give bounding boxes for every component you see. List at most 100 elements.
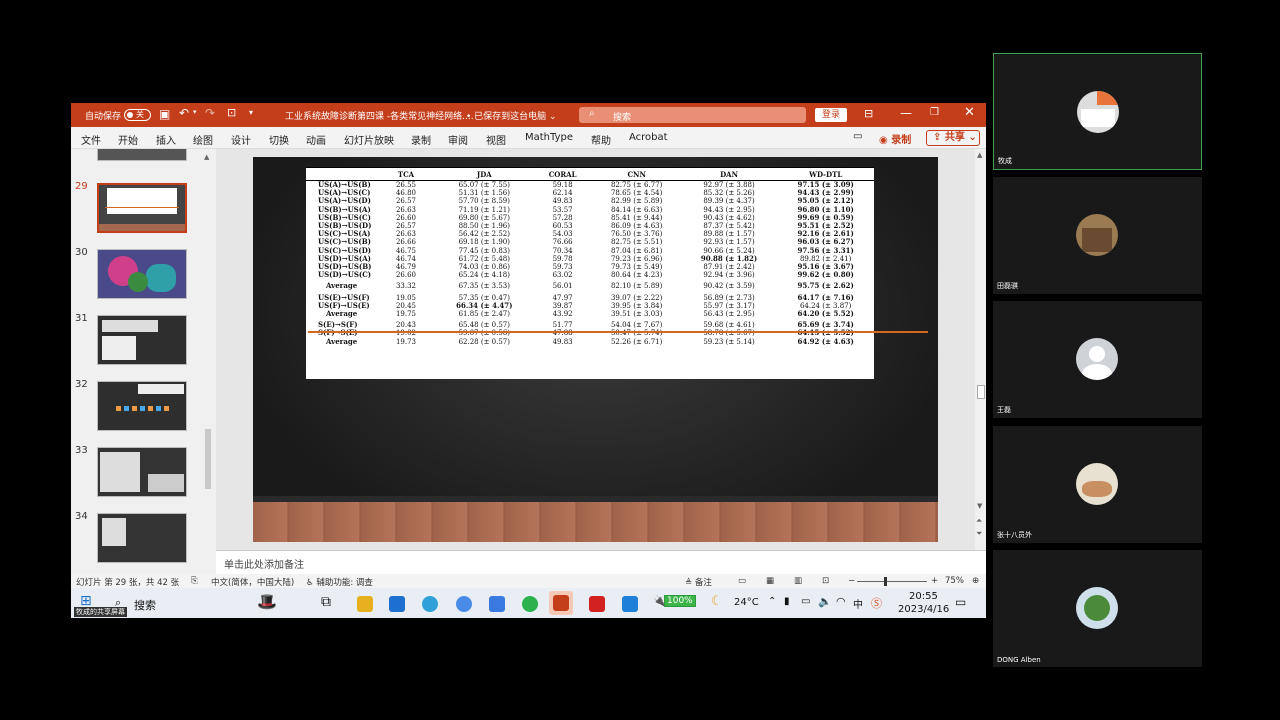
slide-thumbnail-31[interactable] (97, 315, 187, 365)
zoom-in-icon[interactable]: + (931, 576, 938, 586)
tab-insert[interactable]: 插入 (156, 132, 176, 147)
edge-browser-icon[interactable] (422, 596, 438, 612)
tab-view[interactable]: 视图 (486, 132, 506, 147)
file-explorer-icon[interactable] (357, 596, 373, 612)
notes-button[interactable]: ≜ 备注 (685, 576, 712, 588)
spellcheck-icon[interactable]: ⎘ (191, 576, 198, 586)
tab-file[interactable]: 文件 (81, 132, 101, 147)
participant-tile[interactable]: 王磊 (993, 301, 1202, 418)
participant-tile[interactable]: 田磊骐 (993, 177, 1202, 294)
reading-view-icon[interactable]: ▥ (794, 576, 802, 586)
zoom-out-icon[interactable]: − (848, 576, 855, 586)
slide-thumbnail-34[interactable] (97, 513, 187, 563)
undo-dropdown-icon[interactable]: ▾ (193, 108, 197, 116)
slide-scroll-thumb[interactable] (977, 385, 985, 399)
feishu-icon[interactable] (456, 596, 472, 612)
maximize-icon[interactable]: ❐ (930, 107, 939, 118)
present-icon[interactable]: ⊡ (227, 106, 236, 119)
tab-record[interactable]: 录制 (411, 132, 431, 147)
slide-thumbnail-30[interactable] (97, 249, 187, 299)
photos-icon[interactable] (622, 596, 638, 612)
usb-icon[interactable]: ▮ (784, 596, 790, 607)
tab-mathtype[interactable]: MathType (525, 132, 573, 143)
accessibility-status[interactable]: ♿ 辅助功能: 调查 (306, 576, 373, 588)
sogou-icon[interactable]: Ⓢ (871, 595, 882, 611)
thumbnail-scrollbar[interactable]: ▲ (202, 149, 214, 574)
prev-slide-icon[interactable]: ⏶ (976, 516, 982, 526)
tab-acrobat[interactable]: Acrobat (629, 132, 668, 143)
weather-temp[interactable]: 24°C (734, 597, 759, 608)
wechat-icon[interactable] (522, 596, 538, 612)
ribbon-display-icon[interactable]: ⊟ (864, 107, 873, 120)
taskbar-search-text[interactable]: 搜索 (134, 597, 156, 613)
autosave-toggle[interactable]: 关 (124, 109, 151, 121)
task-view-icon[interactable]: ⧉ (321, 594, 331, 610)
taskbar-search-icon[interactable]: ⌕ (115, 596, 121, 610)
comments-icon[interactable]: ▭ (853, 131, 862, 142)
language-indicator[interactable]: 中文(简体，中国大陆) (211, 576, 294, 588)
slide-thumbnail-32[interactable] (97, 381, 187, 431)
undo-icon[interactable]: ↶ (179, 106, 189, 120)
save-icon[interactable]: ▣ (159, 107, 170, 121)
ime-indicator[interactable]: 中 (853, 596, 863, 611)
tab-slideshow[interactable]: 幻灯片放映 (344, 132, 394, 147)
thumbnail-scroll-thumb[interactable] (205, 429, 211, 489)
redo-icon[interactable]: ↷ (205, 106, 215, 120)
slide-thumbnail-33[interactable] (97, 447, 187, 497)
tab-animations[interactable]: 动画 (306, 132, 326, 147)
slide-scroll-up-icon[interactable]: ▲ (977, 151, 982, 159)
tab-transitions[interactable]: 切换 (269, 132, 289, 147)
zoom-slider-thumb[interactable] (884, 577, 887, 586)
wifi-icon[interactable]: ◠ (836, 595, 846, 608)
clock-time[interactable]: 20:55 (909, 591, 938, 602)
minimize-icon[interactable]: — (900, 106, 912, 120)
table-row: US(F)→US(E) 20.45 66.34 (± 4.47) 39.87 39.95… (306, 301, 874, 310)
slide-thumbnail-28[interactable] (97, 149, 187, 161)
lenovo-app-icon[interactable] (389, 596, 405, 612)
participant-tile[interactable]: DONG Alben (993, 550, 1202, 667)
slide-scrollbar[interactable]: ▲ ▼ ⏶ ⏷ (975, 149, 986, 550)
table-cell: 92.93 (± 1.57) (703, 238, 755, 247)
table-cell: 90.88 (± 1.82) (700, 253, 758, 263)
participant-tile[interactable]: 张十八员外 (993, 426, 1202, 543)
notification-icon[interactable]: ▭ (955, 595, 966, 609)
table-cell: 61.85 (± 2.47) (458, 310, 510, 319)
tab-help[interactable]: 帮助 (591, 132, 611, 147)
acrobat-icon[interactable] (589, 596, 605, 612)
powerpoint-taskbar-active[interactable] (549, 591, 573, 615)
next-slide-icon[interactable]: ⏷ (976, 529, 982, 539)
slideshow-view-icon[interactable]: ⊡ (822, 576, 829, 586)
network-icon[interactable]: ▭ (801, 596, 810, 607)
share-button[interactable]: ⇪ 共享 ⌄ (926, 130, 980, 146)
battery-indicator[interactable]: 100% (664, 595, 696, 607)
notes-pane[interactable]: 单击此处添加备注 (216, 550, 986, 574)
customize-qat-icon[interactable]: ▾ (249, 108, 253, 117)
zoom-slider[interactable] (857, 577, 927, 586)
slide-scroll-down-icon[interactable]: ▼ (977, 502, 982, 510)
table-row: US(A)→US(D) 26.57 57.70 (± 8.59) 49.83 82.99… (306, 197, 874, 206)
scroll-up-icon[interactable]: ▲ (204, 153, 209, 161)
tab-home[interactable]: 开始 (118, 132, 138, 147)
volume-icon[interactable]: 🔈 (818, 595, 832, 608)
login-button[interactable]: 登录 (815, 108, 847, 122)
zoom-level[interactable]: 75% (945, 576, 964, 586)
slide-sorter-icon[interactable]: ▦ (766, 576, 774, 586)
current-slide[interactable]: TCA JDA CORAL CNN DAN WD-DTL US(A)→US(B)… (253, 157, 938, 542)
save-status[interactable]: • 已保存到这台电脑 ⌄ (466, 109, 557, 122)
normal-view-icon[interactable]: ▭ (738, 576, 746, 586)
search-highlight-icon[interactable]: 🎩 (257, 592, 277, 611)
fit-slide-icon[interactable]: ⊕ (972, 576, 979, 586)
tab-draw[interactable]: 绘图 (193, 132, 213, 147)
tab-design[interactable]: 设计 (231, 132, 251, 147)
clock-date[interactable]: 2023/4/16 (898, 604, 949, 615)
search-box[interactable]: ⌕ 搜索 (579, 107, 806, 123)
record-button[interactable]: ◉ 录制 (879, 131, 911, 146)
weather-moon-icon[interactable]: ☾ (711, 594, 723, 609)
participant-tile[interactable]: 牧成 (993, 53, 1202, 170)
tray-expand-icon[interactable]: ⌃ (768, 596, 776, 607)
tab-review[interactable]: 审阅 (448, 132, 468, 147)
slide-thumbnail-29[interactable] (97, 183, 187, 233)
slide-counter[interactable]: 幻灯片 第 29 张，共 42 张 (76, 576, 179, 588)
dingtalk-icon[interactable] (489, 596, 505, 612)
close-icon[interactable]: ✕ (964, 105, 975, 120)
